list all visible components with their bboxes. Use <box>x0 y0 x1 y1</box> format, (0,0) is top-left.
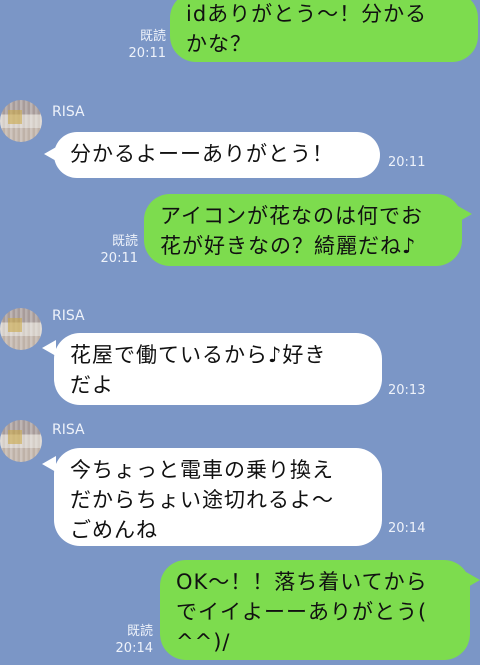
message-time: 20:11 <box>388 155 426 170</box>
message-bubble-incoming[interactable]: 花屋で働ているから♪好き だよ <box>54 333 382 405</box>
message-time: 20:13 <box>388 383 426 398</box>
bubble-tail <box>458 206 472 222</box>
message-bubble-incoming[interactable]: 分かるよーーありがとう！ <box>54 132 380 178</box>
bubble-tail <box>466 572 480 588</box>
message-time: 20:14 <box>388 521 426 536</box>
sender-name: RISA <box>52 308 85 324</box>
message-bubble-incoming[interactable]: 今ちょっと電車の乗り換え だからちょい途切れるよ〜 ごめんね <box>54 448 382 546</box>
chat-area[interactable]: 既読 20:11 idありがとう〜！分かる かな？ RISA 分かるよーーありが… <box>0 0 480 665</box>
read-receipt: 既読 20:14 <box>115 624 153 656</box>
message-bubble-outgoing[interactable]: アイコンが花なのは何でお 花が好きなの？綺麗だね♪ <box>144 194 462 266</box>
sender-name: RISA <box>52 422 85 438</box>
avatar[interactable] <box>0 100 42 142</box>
avatar[interactable] <box>0 308 42 350</box>
sender-name: RISA <box>52 104 85 120</box>
message-bubble-outgoing[interactable]: OK〜！！落ち着いてから でイイよーーありがとう( ^^)/ <box>160 560 470 660</box>
read-receipt: 既読 20:11 <box>128 29 166 61</box>
read-receipt: 既読 20:11 <box>100 234 138 266</box>
message-bubble-outgoing[interactable]: idありがとう〜！分かる かな？ <box>170 0 478 62</box>
avatar[interactable] <box>0 420 42 462</box>
